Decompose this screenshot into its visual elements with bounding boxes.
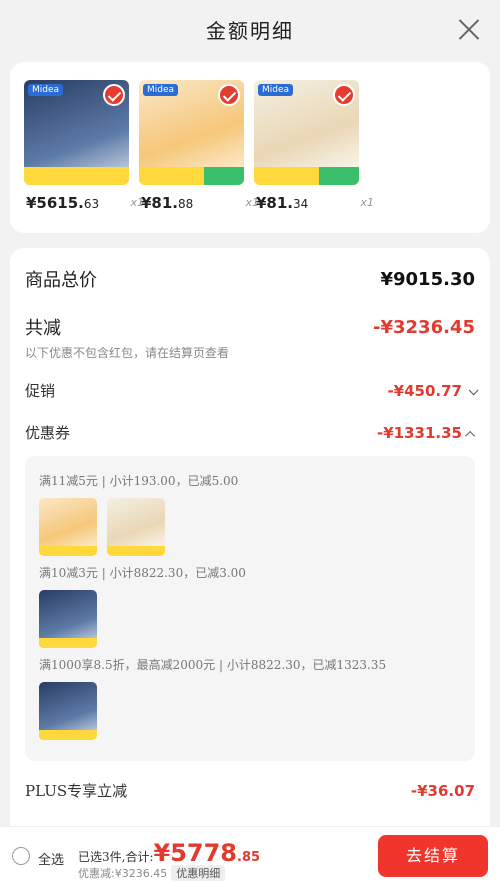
discount-detail-button[interactable]: 优惠明细 <box>171 865 226 881</box>
coupon-rule: 满1000享8.5折，最高减2000元 | 小计8822.30，已减1323.3… <box>39 658 387 672</box>
coupon-product-image <box>39 682 97 740</box>
brand-logo: Midea <box>258 84 294 96</box>
plus-value: -¥36.07 <box>410 781 475 800</box>
coupon-value-wrap: -¥1331.35 <box>377 423 476 442</box>
product-item[interactable]: Midea ¥5615.63 x1 <box>24 80 144 212</box>
coupon-details: 满11减5元 | 小计193.00，已减5.00 满10减3元 | 小计8822… <box>25 456 475 761</box>
discount-label: 共减 <box>25 318 61 339</box>
discount-note: 以下优惠不包含红包，请在结算页查看 <box>25 346 230 360</box>
coupon-label: 优惠券 <box>25 424 71 442</box>
promo-value-wrap: -¥450.77 <box>387 381 479 400</box>
product-item[interactable]: Midea ¥81.88 x1 <box>139 80 259 212</box>
check-icon <box>103 84 125 106</box>
product-price: ¥5615.63 x1 <box>26 194 144 212</box>
header: 金额明细 <box>0 0 500 60</box>
checkout-bar: 全选 已选3件,合计:¥5778.85 优惠减:¥3236.45 优惠明细 去结算 <box>0 826 500 882</box>
chevron-down-icon[interactable] <box>468 385 479 396</box>
total-price: ¥5778 <box>153 839 238 867</box>
product-price: ¥81.34 x1 <box>256 194 374 212</box>
checkout-button[interactable]: 去结算 <box>378 835 488 877</box>
total-value: ¥9015.30 <box>380 268 475 290</box>
coupon-product-image <box>107 498 165 556</box>
check-icon <box>218 84 240 106</box>
subsidy-badge <box>319 167 359 185</box>
coupon-product-image <box>39 590 97 648</box>
price-detail-card: 商品总价 ¥9015.30 共减 -¥3236.45 以下优惠不包含红包，请在结… <box>10 248 490 882</box>
total-row: 商品总价 ¥9015.30 <box>25 266 475 292</box>
coupon-row[interactable]: 优惠券 -¥1331.35 <box>25 422 476 443</box>
select-all-radio[interactable] <box>12 847 30 865</box>
discount-value: -¥3236.45 <box>373 316 475 338</box>
discount-amount: 优惠减:¥3236.45 <box>78 867 168 880</box>
product-price: ¥81.88 x1 <box>141 194 259 212</box>
subsidy-badge <box>204 167 244 185</box>
discount-summary: 优惠减:¥3236.45 优惠明细 <box>78 865 226 881</box>
coupon-rule: 满10减3元 | 小计8822.30，已减3.00 <box>39 566 246 580</box>
coupon-product-image <box>39 498 97 556</box>
close-icon[interactable] <box>458 18 480 40</box>
coupon-value: -¥1331.35 <box>377 424 462 442</box>
total-cents: .85 <box>237 850 261 865</box>
brand-logo: Midea <box>28 84 64 96</box>
product-item[interactable]: Midea ¥81.34 x1 <box>254 80 374 212</box>
product-strip: Midea ¥5615.63 x1 Midea ¥81.88 x1 Midea <box>10 62 490 233</box>
promo-row[interactable]: 促销 -¥450.77 <box>25 380 479 401</box>
promo-band <box>24 167 129 185</box>
promo-label: 促销 <box>25 382 56 400</box>
total-label: 商品总价 <box>25 270 97 291</box>
product-image: Midea <box>254 80 359 185</box>
plus-row: PLUS专享立减 -¥36.07 <box>25 780 475 801</box>
page-title: 金额明细 <box>206 19 294 43</box>
discount-row: 共减 -¥3236.45 <box>25 314 475 340</box>
product-image: Midea <box>139 80 244 185</box>
coupon-rule: 满11减5元 | 小计193.00，已减5.00 <box>39 474 239 488</box>
chevron-up-icon[interactable] <box>465 430 476 441</box>
promo-value: -¥450.77 <box>387 382 462 400</box>
product-qty: x1 <box>360 196 374 209</box>
brand-logo: Midea <box>143 84 179 96</box>
cart-summary: 已选3件,合计:¥5778.85 <box>78 839 260 867</box>
selected-text: 已选3件,合计: <box>78 850 154 864</box>
check-icon <box>333 84 355 106</box>
product-image: Midea <box>24 80 129 185</box>
select-all-label[interactable]: 全选 <box>38 849 64 868</box>
plus-label: PLUS专享立减 <box>25 782 128 800</box>
